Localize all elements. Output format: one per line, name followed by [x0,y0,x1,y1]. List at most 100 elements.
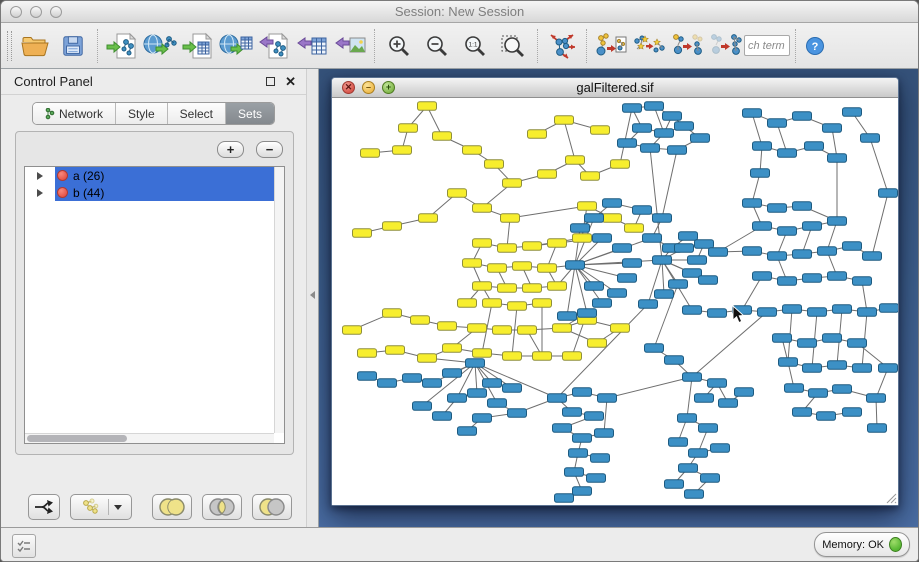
tab-sets[interactable]: Sets [226,103,274,124]
toolbar-drag-handle[interactable] [7,31,12,61]
graph-node[interactable] [683,306,702,315]
new-network-from-selection-button[interactable] [592,27,630,65]
apply-layout-button[interactable] [543,27,581,65]
graph-node[interactable] [548,282,567,291]
graph-node[interactable] [848,339,867,348]
graph-node[interactable] [633,206,652,215]
graph-node[interactable] [403,374,422,383]
graph-node[interactable] [433,132,452,141]
import-network-file-button[interactable] [103,27,141,65]
graph-node[interactable] [613,244,632,253]
zoom-selected-button[interactable] [494,27,532,65]
graph-node[interactable] [793,202,812,211]
graph-node[interactable] [573,388,592,397]
graph-node[interactable] [585,214,604,223]
zoom-1-1-button[interactable]: 1:1 [456,27,494,65]
graph-node[interactable] [768,252,787,261]
graph-node[interactable] [383,222,402,231]
graph-node[interactable] [523,242,542,251]
graph-node[interactable] [843,242,862,251]
graph-node[interactable] [623,104,642,113]
graph-node[interactable] [508,409,527,418]
graph-node[interactable] [473,204,492,213]
graph-node[interactable] [803,274,822,283]
graph-node[interactable] [513,262,532,271]
graph-node[interactable] [555,494,574,503]
network-graph[interactable] [332,98,898,505]
frame-maximize-button[interactable]: + [382,81,395,94]
graph-node[interactable] [758,308,777,317]
union-sets-button[interactable] [152,494,192,520]
graph-node[interactable] [618,139,637,148]
close-panel-icon[interactable]: ✕ [285,77,296,86]
graph-node[interactable] [665,356,684,365]
graph-node[interactable] [343,326,362,335]
graph-node[interactable] [768,119,787,128]
graph-node[interactable] [485,160,504,169]
save-session-button[interactable] [54,27,92,65]
graph-node[interactable] [533,352,552,361]
graph-node[interactable] [538,264,557,273]
graph-node[interactable] [743,109,762,118]
resize-handle[interactable] [883,490,897,504]
float-panel-icon[interactable] [266,77,275,86]
tab-select[interactable]: Select [168,103,226,124]
graph-node[interactable] [591,126,610,135]
graph-node[interactable] [817,412,836,421]
minimize-window-button[interactable] [30,6,42,18]
collapse-panel-icon[interactable] [310,291,315,299]
scrollbar-thumb[interactable] [27,435,127,442]
graph-node[interactable] [805,142,824,151]
set-row[interactable]: b (44) [25,184,284,201]
graph-node[interactable] [665,480,684,489]
graph-node[interactable] [668,146,687,155]
graph-node[interactable] [566,261,585,270]
graph-node[interactable] [533,299,552,308]
graph-node[interactable] [823,124,842,133]
network-frame[interactable]: ✕ – + galFiltered.sif [331,77,899,506]
graph-node[interactable] [553,324,572,333]
graph-node[interactable] [593,299,612,308]
frame-minimize-button[interactable]: – [362,81,375,94]
graph-node[interactable] [565,468,584,477]
graph-node[interactable] [618,274,637,283]
graph-node[interactable] [669,438,688,447]
tab-style[interactable]: Style [116,103,168,124]
graph-node[interactable] [719,399,738,408]
graph-node[interactable] [458,299,477,308]
zoom-window-button[interactable] [50,6,62,18]
graph-node[interactable] [358,349,377,358]
graph-node[interactable] [843,408,862,417]
graph-node[interactable] [691,134,710,143]
graph-node[interactable] [753,222,772,231]
graph-node[interactable] [483,299,502,308]
graph-node[interactable] [655,129,674,138]
graph-node[interactable] [438,322,457,331]
window-titlebar[interactable]: Session: New Session [1,1,918,23]
graph-node[interactable] [585,412,604,421]
graph-node[interactable] [498,244,517,253]
graph-node[interactable] [553,424,572,433]
graph-node[interactable] [595,429,614,438]
graph-node[interactable] [571,224,590,233]
graph-node[interactable] [688,256,707,265]
search-input[interactable] [744,35,790,56]
graph-node[interactable] [569,449,588,458]
graph-node[interactable] [633,124,652,133]
graph-node[interactable] [779,358,798,367]
graph-node[interactable] [448,189,467,198]
graph-node[interactable] [778,149,797,158]
graph-node[interactable] [853,364,872,373]
graph-node[interactable] [611,160,630,169]
graph-node[interactable] [675,244,694,253]
graph-node[interactable] [798,339,817,348]
graph-node[interactable] [639,300,658,309]
graph-node[interactable] [803,222,822,231]
graph-node[interactable] [695,394,714,403]
graph-node[interactable] [751,169,770,178]
dropdown-caret-icon[interactable] [114,505,122,510]
graph-node[interactable] [645,344,664,353]
graph-node[interactable] [793,112,812,121]
network-frame-titlebar[interactable]: ✕ – + galFiltered.sif [332,78,898,98]
graph-node[interactable] [361,149,380,158]
